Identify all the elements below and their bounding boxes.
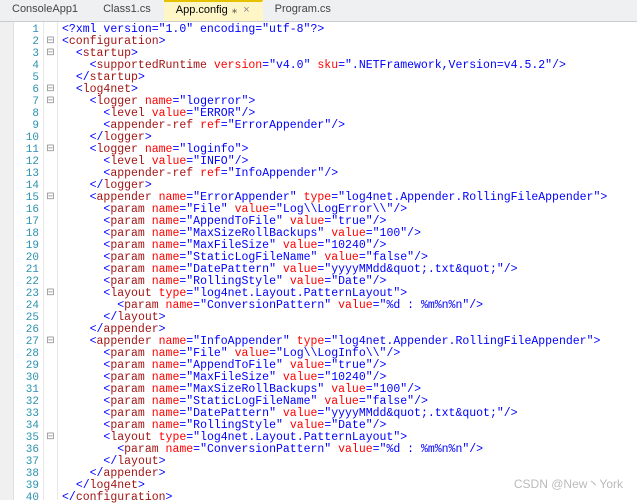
close-icon[interactable]: × (243, 4, 249, 16)
tab-appconfig[interactable]: App.config⁎× (164, 0, 263, 21)
fold-toggle[interactable]: ⊟ (44, 432, 57, 444)
fold-toggle[interactable]: ⊟ (44, 96, 57, 108)
fold-toggle (44, 180, 57, 192)
fold-toggle[interactable]: ⊟ (44, 36, 57, 48)
fold-toggle (44, 480, 57, 492)
fold-toggle (44, 228, 57, 240)
fold-toggle[interactable]: ⊟ (44, 84, 57, 96)
fold-toggle (44, 456, 57, 468)
code-area[interactable]: <?xml version="1.0" encoding="utf-8"?><c… (58, 22, 637, 500)
fold-toggle (44, 324, 57, 336)
fold-toggle (44, 60, 57, 72)
fold-toggle[interactable]: ⊟ (44, 144, 57, 156)
fold-toggle[interactable]: ⊟ (44, 48, 57, 60)
fold-toggle (44, 108, 57, 120)
fold-toggle (44, 312, 57, 324)
fold-toggle (44, 360, 57, 372)
code-editor[interactable]: 1234567891011121314151617181920212223242… (0, 22, 637, 500)
pin-icon[interactable]: ⁎ (232, 4, 238, 16)
code-line[interactable]: <configuration> (62, 36, 637, 48)
fold-toggle (44, 24, 57, 36)
fold-toggle (44, 348, 57, 360)
fold-toggle (44, 156, 57, 168)
code-line[interactable]: </startup> (62, 72, 637, 84)
tab-class1[interactable]: Class1.cs (91, 0, 164, 21)
fold-toggle (44, 72, 57, 84)
code-line[interactable]: <supportedRuntime version="v4.0" sku=".N… (62, 60, 637, 72)
fold-toggle (44, 204, 57, 216)
fold-toggle (44, 252, 57, 264)
fold-toggle (44, 492, 57, 504)
fold-toggle (44, 300, 57, 312)
tab-program[interactable]: Program.cs (263, 0, 344, 21)
fold-toggle[interactable]: ⊟ (44, 288, 57, 300)
watermark: CSDN @New丶York (514, 475, 623, 492)
fold-toggle (44, 408, 57, 420)
fold-toggle (44, 384, 57, 396)
fold-toggle[interactable]: ⊟ (44, 336, 57, 348)
breakpoint-margin[interactable] (0, 22, 14, 500)
fold-toggle (44, 372, 57, 384)
fold-toggle (44, 132, 57, 144)
fold-toggle (44, 216, 57, 228)
fold-toggle (44, 120, 57, 132)
tab-bar: ConsoleApp1 Class1.cs App.config⁎× Progr… (0, 0, 637, 22)
fold-toggle (44, 240, 57, 252)
fold-column[interactable]: ⊟⊟ ⊟⊟ ⊟ ⊟ ⊟ ⊟ ⊟ (44, 22, 58, 500)
fold-toggle[interactable]: ⊟ (44, 192, 57, 204)
fold-toggle (44, 468, 57, 480)
tab-consoleapp1[interactable]: ConsoleApp1 (0, 0, 91, 21)
fold-toggle (44, 276, 57, 288)
fold-toggle (44, 168, 57, 180)
fold-toggle (44, 420, 57, 432)
line-number-gutter: 1234567891011121314151617181920212223242… (14, 22, 44, 500)
fold-toggle (44, 444, 57, 456)
fold-toggle (44, 264, 57, 276)
code-line[interactable]: </configuration> (62, 492, 637, 504)
fold-toggle (44, 396, 57, 408)
